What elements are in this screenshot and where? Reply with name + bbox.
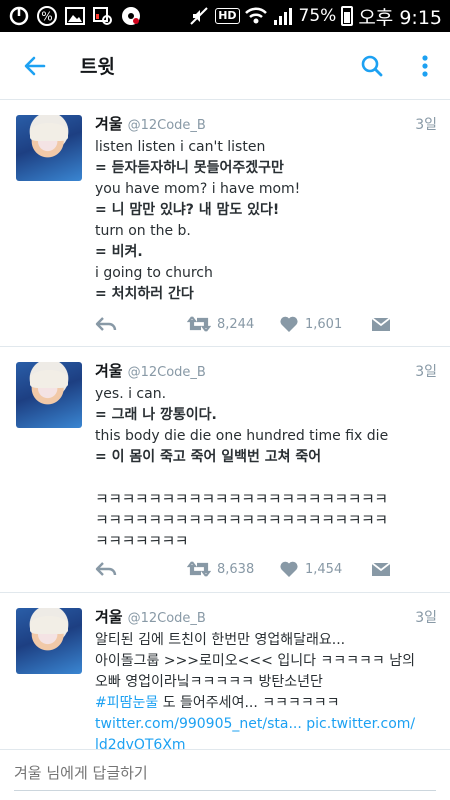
tweet-author-handle[interactable]: @12Code_B [128,365,206,380]
tweet-line-text: 도 들어주세여... ㅋㅋㅋㅋㅋㅋ [158,695,340,711]
tweet-line: this body die die one hundred time fix d… [95,428,389,444]
reply-icon [95,562,117,576]
retweet-button[interactable]: 8,244 [187,315,279,333]
battery-percent: 75% [298,6,337,26]
heart-icon [280,561,298,577]
tweet-line: 아이돌그룹 >>>로미오<<< 입니다 ㅋㅋㅋㅋㅋ 남의 [95,653,416,669]
tweet-author-name[interactable]: 겨울 [95,360,123,381]
retweet-button[interactable]: 8,638 [187,560,279,578]
tweet-line: ㅋㅋㅋㅋㅋㅋㅋㅋㅋㅋㅋㅋㅋㅋㅋㅋㅋㅋㅋㅋㅋㅋ [95,490,388,508]
url-link[interactable]: twitter.com/990905_net/sta... [95,716,302,732]
sync-icon [8,5,30,27]
tweet-line: = 비켜. [95,244,143,260]
search-icon [361,55,383,76]
back-arrow-icon [24,56,46,75]
top-app-bar: 트윗 [0,32,450,100]
tweet-timestamp: 3일 [415,117,437,133]
gallery-icon [64,5,86,27]
tweet-line: listen listen i can't listen [95,139,266,155]
avatar[interactable] [16,115,82,181]
tweet-author-handle[interactable]: @12Code_B [128,118,206,133]
reply-button[interactable] [95,560,187,578]
mute-icon [188,5,210,27]
direct-message-button[interactable] [371,561,391,577]
tweet-line: yes. i can. [95,386,167,402]
tweet-line: ㅋㅋㅋㅋㅋㅋㅋㅋㅋㅋㅋㅋㅋㅋㅋㅋㅋㅋㅋㅋㅋㅋ [95,511,388,529]
signal-icon [272,5,294,27]
battery-icon [341,6,354,26]
retweet-icon [187,316,211,332]
tweet-line: = 니 맘만 있냐? 내 맘도 있다! [95,202,280,218]
tweet-line: = 이 몸이 죽고 죽어 일백번 고쳐 죽어 [95,449,322,465]
tweet-text: 알티된 김에 트친이 한번만 영업해달래요... 아이돌그룹 >>>로미오<<<… [95,630,437,749]
tweet-line: turn on the b. [95,223,191,239]
input-underline [14,790,436,791]
reply-button[interactable] [95,315,187,333]
tweet-card[interactable]: 겨울 @12Code_B 3일 listen listen i can't li… [0,101,450,347]
wifi-icon [244,5,267,27]
avatar[interactable] [16,608,82,674]
overflow-menu-icon [422,54,428,77]
tweet-feed: 겨울 @12Code_B 3일 listen listen i can't li… [0,101,450,749]
reply-input[interactable] [14,758,436,788]
tweet-line: 알티된 김에 트친이 한번만 영업해달래요... [95,632,346,648]
retweet-icon [187,561,211,577]
search-button[interactable] [344,32,400,100]
envelope-icon [371,562,391,576]
tweet-card[interactable]: 겨울 @12Code_B 3일 알티된 김에 트친이 한번만 영업해달래요...… [0,594,450,749]
pic-link[interactable]: pic.twitter.com/ [306,716,415,732]
tweet-text: yes. i can. = 그래 나 깡통이다. this body die d… [95,384,437,552]
tweet-card[interactable]: 겨울 @12Code_B 3일 yes. i can. = 그래 나 깡통이다.… [0,348,450,593]
tweet-author-handle[interactable]: @12Code_B [128,611,206,626]
retweet-count: 8,638 [217,561,255,577]
tweet-actions: 8,638 1,454 [95,557,395,581]
svg-text:%: % [41,10,52,24]
hashtag-link[interactable]: #피땀눈물 [95,695,158,711]
status-bar: % HD 75% 오후 9:15 [0,0,450,32]
reply-icon [95,317,117,331]
like-button[interactable]: 1,601 [279,315,371,333]
tweet-author-name[interactable]: 겨울 [95,606,123,627]
tweet-line: 오빠 영업이라닠ㅋㅋㅋㅋㅋ 방탄소년단 [95,674,323,690]
back-button[interactable] [0,32,70,100]
tweet-timestamp: 3일 [415,610,437,626]
notification-icons: % [0,5,142,27]
like-count: 1,454 [305,561,343,577]
hd-badge: HD [215,8,240,24]
like-count: 1,601 [305,316,343,332]
pic-link-continued[interactable]: ld2dvOT6Xm [95,737,186,749]
tweet-actions: 8,244 1,601 [95,312,395,336]
clock: 오후 9:15 [358,6,442,29]
avatar[interactable] [16,362,82,428]
tweet-timestamp: 3일 [415,364,437,380]
envelope-icon [371,317,391,331]
tweet-line: you have mom? i have mom! [95,181,301,197]
tweet-line: ㅋㅋㅋㅋㅋㅋㅋ [95,532,189,550]
music-icon [120,5,142,27]
tweet-author-name[interactable]: 겨울 [95,113,123,134]
heart-icon [280,316,298,332]
tweet-line: = 처치하러 간다 [95,286,194,302]
tweet-line: = 그래 나 깡통이다. [95,407,217,423]
tweet-text: listen listen i can't listen = 듣자듣자하니 못들… [95,137,437,305]
direct-message-button[interactable] [371,316,391,332]
percent-icon: % [36,5,58,27]
system-status: HD 75% 오후 9:15 [188,3,450,30]
screenshot-search-icon [92,5,114,27]
retweet-count: 8,244 [217,316,255,332]
more-options-button[interactable] [400,32,450,100]
like-button[interactable]: 1,454 [279,560,371,578]
tweet-line: i going to church [95,265,213,281]
tweet-line: = 듣자듣자하니 못들어주겠구만 [95,160,284,176]
reply-composer [0,749,450,800]
page-title: 트윗 [80,56,115,78]
